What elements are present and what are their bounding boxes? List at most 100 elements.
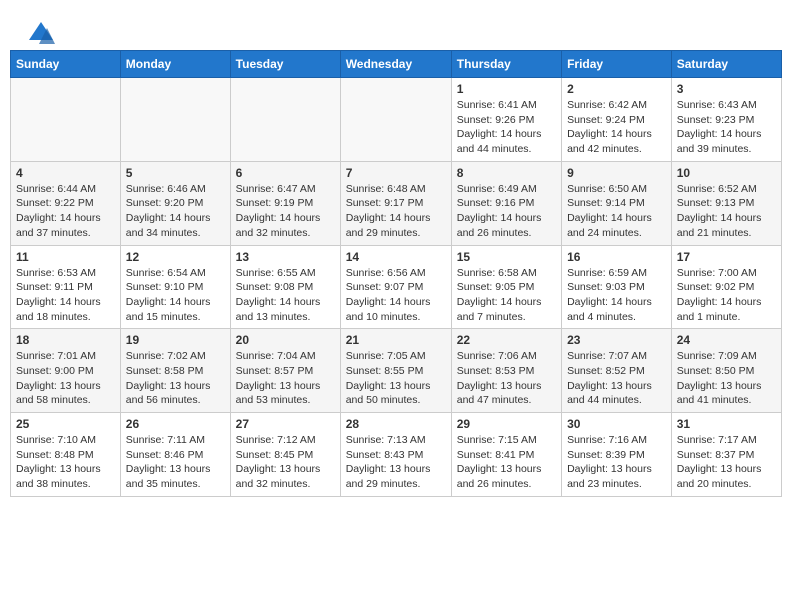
- day-number: 16: [567, 250, 666, 264]
- calendar-cell: 4Sunrise: 6:44 AM Sunset: 9:22 PM Daylig…: [11, 161, 121, 245]
- day-info: Sunrise: 6:50 AM Sunset: 9:14 PM Dayligh…: [567, 182, 666, 241]
- day-info: Sunrise: 6:47 AM Sunset: 9:19 PM Dayligh…: [236, 182, 335, 241]
- calendar-week-4: 18 Sunrise: 7:01 AM Sunset: 9:00 PM Dayli…: [11, 329, 782, 413]
- day-number: 13: [236, 250, 335, 264]
- day-number: 24: [677, 333, 776, 347]
- day-info: Sunrise: 7:15 AM Sunset: 8:41 PM Dayligh…: [457, 433, 556, 492]
- day-number: 5: [126, 166, 225, 180]
- day-info: Sunrise: 6:56 AM Sunset: 9:07 PM Dayligh…: [346, 266, 446, 325]
- calendar-cell: 12 Sunrise: 6:54 AM Sunset: 9:10 PM Dayli…: [120, 245, 230, 329]
- calendar-cell: [11, 78, 121, 162]
- logo-icon: [27, 20, 55, 48]
- calendar-cell: 14 Sunrise: 6:56 AM Sunset: 9:07 PM Dayli…: [340, 245, 451, 329]
- calendar-cell: 28 Sunrise: 7:13 AM Sunset: 8:43 PM Dayli…: [340, 413, 451, 497]
- day-number: 4: [16, 166, 115, 180]
- day-number: 18: [16, 333, 115, 347]
- day-header-wednesday: Wednesday: [340, 51, 451, 78]
- day-info: Sunrise: 6:49 AM Sunset: 9:16 PM Dayligh…: [457, 182, 556, 241]
- calendar-cell: 5 Sunrise: 6:46 AM Sunset: 9:20 PM Daylig…: [120, 161, 230, 245]
- day-number: 23: [567, 333, 666, 347]
- calendar-cell: 25 Sunrise: 7:10 AM Sunset: 8:48 PM Dayli…: [11, 413, 121, 497]
- day-info: Sunrise: 7:16 AM Sunset: 8:39 PM Dayligh…: [567, 433, 666, 492]
- day-number: 22: [457, 333, 556, 347]
- day-info: Sunrise: 6:54 AM Sunset: 9:10 PM Dayligh…: [126, 266, 225, 325]
- day-number: 14: [346, 250, 446, 264]
- day-header-thursday: Thursday: [451, 51, 561, 78]
- day-number: 21: [346, 333, 446, 347]
- calendar-cell: 29 Sunrise: 7:15 AM Sunset: 8:41 PM Dayli…: [451, 413, 561, 497]
- day-number: 27: [236, 417, 335, 431]
- day-info: Sunrise: 7:17 AM Sunset: 8:37 PM Dayligh…: [677, 433, 776, 492]
- calendar-cell: 24 Sunrise: 7:09 AM Sunset: 8:50 PM Dayli…: [671, 329, 781, 413]
- day-info: Sunrise: 6:46 AM Sunset: 9:20 PM Dayligh…: [126, 182, 225, 241]
- day-info: Sunrise: 6:41 AM Sunset: 9:26 PM Dayligh…: [457, 98, 556, 157]
- day-number: 17: [677, 250, 776, 264]
- calendar-cell: 3 Sunrise: 6:43 AM Sunset: 9:23 PM Daylig…: [671, 78, 781, 162]
- day-header-monday: Monday: [120, 51, 230, 78]
- calendar-cell: 15Sunrise: 6:58 AM Sunset: 9:05 PM Dayli…: [451, 245, 561, 329]
- day-info: Sunrise: 6:42 AM Sunset: 9:24 PM Dayligh…: [567, 98, 666, 157]
- day-number: 26: [126, 417, 225, 431]
- calendar-body: 1 Sunrise: 6:41 AM Sunset: 9:26 PM Daylig…: [11, 78, 782, 497]
- day-number: 30: [567, 417, 666, 431]
- logo: [25, 20, 55, 40]
- days-header-row: SundayMondayTuesdayWednesdayThursdayFrid…: [11, 51, 782, 78]
- calendar-cell: 23 Sunrise: 7:07 AM Sunset: 8:52 PM Dayli…: [562, 329, 672, 413]
- calendar-cell: 17Sunrise: 7:00 AM Sunset: 9:02 PM Dayli…: [671, 245, 781, 329]
- calendar-cell: 27 Sunrise: 7:12 AM Sunset: 8:45 PM Dayli…: [230, 413, 340, 497]
- day-number: 9: [567, 166, 666, 180]
- day-number: 28: [346, 417, 446, 431]
- page-header: [10, 10, 782, 45]
- day-number: 1: [457, 82, 556, 96]
- day-info: Sunrise: 7:11 AM Sunset: 8:46 PM Dayligh…: [126, 433, 225, 492]
- calendar-cell: 8Sunrise: 6:49 AM Sunset: 9:16 PM Daylig…: [451, 161, 561, 245]
- calendar-cell: 9 Sunrise: 6:50 AM Sunset: 9:14 PM Daylig…: [562, 161, 672, 245]
- day-number: 11: [16, 250, 115, 264]
- calendar-cell: 2 Sunrise: 6:42 AM Sunset: 9:24 PM Daylig…: [562, 78, 672, 162]
- day-number: 15: [457, 250, 556, 264]
- day-info: Sunrise: 7:01 AM Sunset: 9:00 PM Dayligh…: [16, 349, 115, 408]
- day-number: 7: [346, 166, 446, 180]
- day-number: 20: [236, 333, 335, 347]
- day-info: Sunrise: 7:10 AM Sunset: 8:48 PM Dayligh…: [16, 433, 115, 492]
- day-info: Sunrise: 6:52 AM Sunset: 9:13 PM Dayligh…: [677, 182, 776, 241]
- day-header-tuesday: Tuesday: [230, 51, 340, 78]
- day-number: 29: [457, 417, 556, 431]
- calendar-cell: 31 Sunrise: 7:17 AM Sunset: 8:37 PM Dayli…: [671, 413, 781, 497]
- calendar-week-3: 11Sunrise: 6:53 AM Sunset: 9:11 PM Dayli…: [11, 245, 782, 329]
- calendar-cell: 16 Sunrise: 6:59 AM Sunset: 9:03 PM Dayli…: [562, 245, 672, 329]
- day-info: Sunrise: 7:13 AM Sunset: 8:43 PM Dayligh…: [346, 433, 446, 492]
- calendar-cell: 7 Sunrise: 6:48 AM Sunset: 9:17 PM Daylig…: [340, 161, 451, 245]
- day-info: Sunrise: 6:43 AM Sunset: 9:23 PM Dayligh…: [677, 98, 776, 157]
- day-info: Sunrise: 7:09 AM Sunset: 8:50 PM Dayligh…: [677, 349, 776, 408]
- day-info: Sunrise: 6:48 AM Sunset: 9:17 PM Dayligh…: [346, 182, 446, 241]
- calendar-cell: 30 Sunrise: 7:16 AM Sunset: 8:39 PM Dayli…: [562, 413, 672, 497]
- calendar-cell: [120, 78, 230, 162]
- day-info: Sunrise: 6:59 AM Sunset: 9:03 PM Dayligh…: [567, 266, 666, 325]
- calendar-header: SundayMondayTuesdayWednesdayThursdayFrid…: [11, 51, 782, 78]
- day-number: 25: [16, 417, 115, 431]
- calendar-cell: 22 Sunrise: 7:06 AM Sunset: 8:53 PM Dayli…: [451, 329, 561, 413]
- day-number: 19: [126, 333, 225, 347]
- calendar-cell: 20 Sunrise: 7:04 AM Sunset: 8:57 PM Dayli…: [230, 329, 340, 413]
- day-number: 12: [126, 250, 225, 264]
- day-info: Sunrise: 7:04 AM Sunset: 8:57 PM Dayligh…: [236, 349, 335, 408]
- day-number: 31: [677, 417, 776, 431]
- day-info: Sunrise: 7:12 AM Sunset: 8:45 PM Dayligh…: [236, 433, 335, 492]
- day-number: 6: [236, 166, 335, 180]
- calendar-cell: 11Sunrise: 6:53 AM Sunset: 9:11 PM Dayli…: [11, 245, 121, 329]
- calendar-cell: 18 Sunrise: 7:01 AM Sunset: 9:00 PM Dayli…: [11, 329, 121, 413]
- day-info: Sunrise: 7:05 AM Sunset: 8:55 PM Dayligh…: [346, 349, 446, 408]
- calendar-cell: 26 Sunrise: 7:11 AM Sunset: 8:46 PM Dayli…: [120, 413, 230, 497]
- day-number: 2: [567, 82, 666, 96]
- day-number: 3: [677, 82, 776, 96]
- calendar-cell: 1 Sunrise: 6:41 AM Sunset: 9:26 PM Daylig…: [451, 78, 561, 162]
- day-info: Sunrise: 7:06 AM Sunset: 8:53 PM Dayligh…: [457, 349, 556, 408]
- day-header-saturday: Saturday: [671, 51, 781, 78]
- day-info: Sunrise: 6:55 AM Sunset: 9:08 PM Dayligh…: [236, 266, 335, 325]
- day-header-friday: Friday: [562, 51, 672, 78]
- day-info: Sunrise: 7:07 AM Sunset: 8:52 PM Dayligh…: [567, 349, 666, 408]
- calendar-cell: 10Sunrise: 6:52 AM Sunset: 9:13 PM Dayli…: [671, 161, 781, 245]
- calendar-week-5: 25 Sunrise: 7:10 AM Sunset: 8:48 PM Dayli…: [11, 413, 782, 497]
- day-header-sunday: Sunday: [11, 51, 121, 78]
